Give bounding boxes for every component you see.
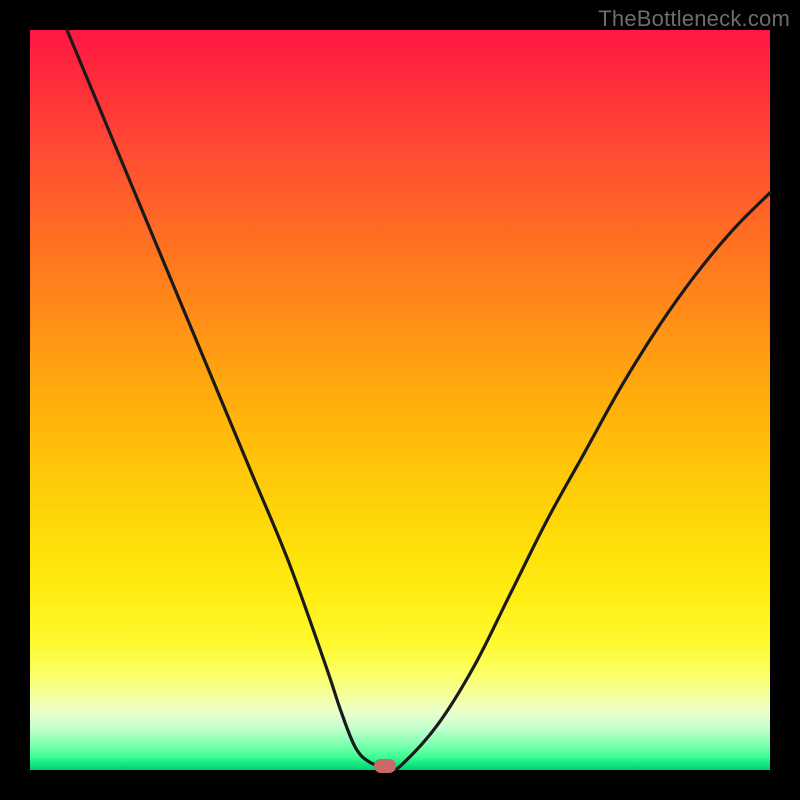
plot-area <box>30 30 770 770</box>
bottleneck-curve <box>30 30 770 770</box>
minimum-marker <box>374 759 396 773</box>
chart-frame: TheBottleneck.com <box>0 0 800 800</box>
watermark-text: TheBottleneck.com <box>598 6 790 32</box>
